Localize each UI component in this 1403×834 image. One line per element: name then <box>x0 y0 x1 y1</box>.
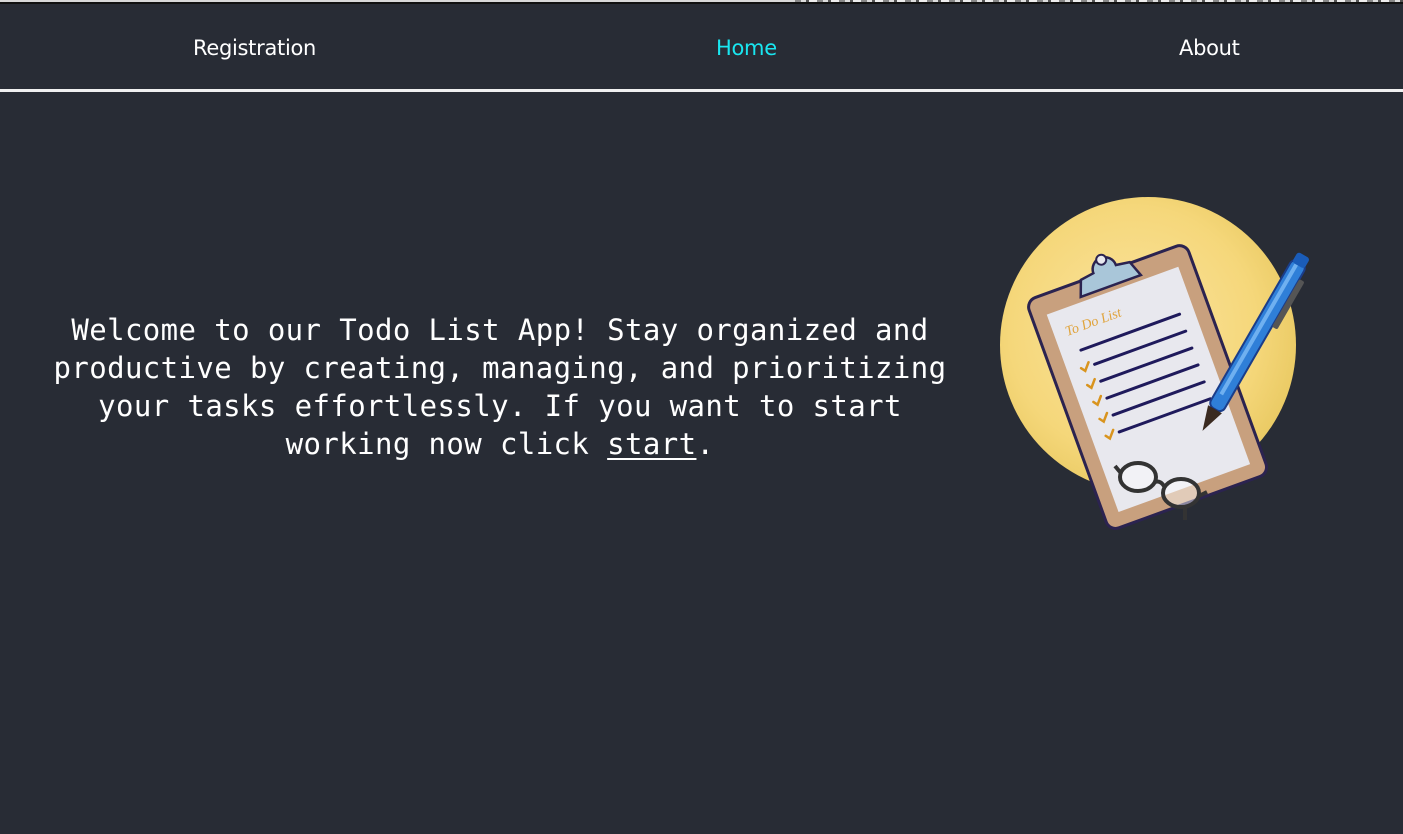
start-link[interactable]: start <box>607 427 696 461</box>
welcome-text-end: . <box>696 427 715 461</box>
navbar: Registration Home About <box>0 2 1403 92</box>
nav-link-registration[interactable]: Registration <box>193 36 316 60</box>
nav-link-about[interactable]: About <box>1179 36 1240 60</box>
welcome-message: Welcome to our Todo List App! Stay organ… <box>52 311 948 463</box>
welcome-text: Welcome to our Todo List App! Stay organ… <box>53 313 947 461</box>
todo-list-illustration: To Do List <box>1000 197 1309 530</box>
nav-link-home[interactable]: Home <box>716 36 777 60</box>
